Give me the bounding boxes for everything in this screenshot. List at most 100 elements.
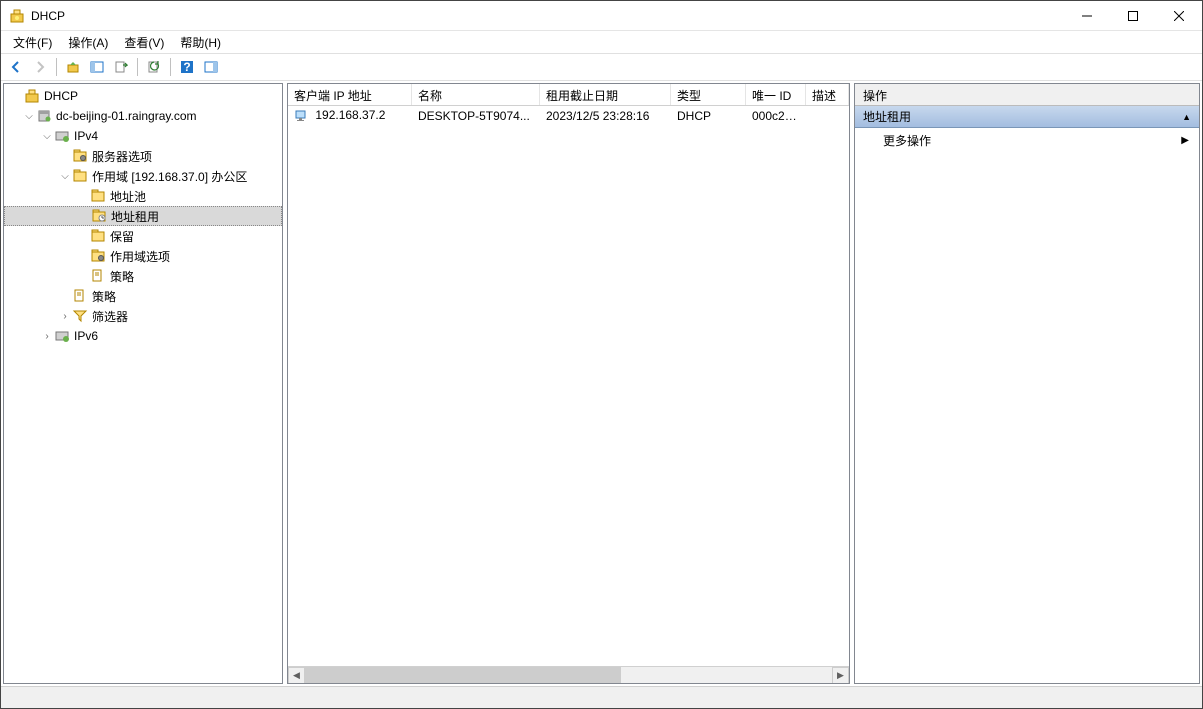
back-button[interactable] <box>5 56 27 78</box>
tree-label: 地址租用 <box>111 208 159 225</box>
scroll-track[interactable] <box>305 667 832 684</box>
close-button[interactable] <box>1156 1 1202 30</box>
address-pool-icon <box>90 188 106 204</box>
policies-icon <box>72 288 88 304</box>
refresh-button[interactable] <box>143 56 165 78</box>
tree-pane: DHCP ⌵ dc-beijing-01.raingray.com ⌵ IPv4… <box>3 83 283 684</box>
help-button[interactable]: ? <box>176 56 198 78</box>
chevron-right-icon: ▶ <box>1181 135 1189 146</box>
list-body[interactable]: 192.168.37.2 DESKTOP-5T9074... 2023/12/5… <box>288 106 849 666</box>
policies-icon <box>90 268 106 284</box>
column-lease-expiry[interactable]: 租用截止日期 <box>540 84 671 105</box>
tree-label: 作用域选项 <box>110 248 170 265</box>
leases-icon <box>91 208 107 224</box>
cell-name: DESKTOP-5T9074... <box>412 107 540 125</box>
tree-scope[interactable]: ⌵ 作用域 [192.168.37.0] 办公区 <box>4 166 282 186</box>
tree-label: 作用域 [192.168.37.0] 办公区 <box>92 168 247 185</box>
tree-label: 策略 <box>110 268 134 285</box>
tree-label: 保留 <box>110 228 134 245</box>
menu-help[interactable]: 帮助(H) <box>172 32 229 53</box>
lease-item-icon <box>294 108 310 124</box>
twisty-expanded-icon[interactable]: ⌵ <box>22 109 36 123</box>
twisty-collapsed-icon[interactable]: › <box>40 329 54 343</box>
toolbar: ? <box>1 53 1202 81</box>
list-pane: 客户端 IP 地址 名称 租用截止日期 类型 唯一 ID 描述 192.168.… <box>287 83 850 684</box>
tree-server-options[interactable]: 服务器选项 <box>4 146 282 166</box>
reservations-icon <box>90 228 106 244</box>
tree-label: 服务器选项 <box>92 148 152 165</box>
main-area: DHCP ⌵ dc-beijing-01.raingray.com ⌵ IPv4… <box>1 81 1202 686</box>
tree[interactable]: DHCP ⌵ dc-beijing-01.raingray.com ⌵ IPv4… <box>4 84 282 683</box>
server-options-icon <box>72 148 88 164</box>
tree-ipv6[interactable]: › IPv6 <box>4 326 282 346</box>
maximize-button[interactable] <box>1110 1 1156 30</box>
horizontal-scrollbar[interactable]: ◀ ▶ <box>288 666 849 683</box>
tree-label: dc-beijing-01.raingray.com <box>56 109 197 123</box>
tree-label: IPv4 <box>74 129 98 143</box>
tree-server[interactable]: ⌵ dc-beijing-01.raingray.com <box>4 106 282 126</box>
column-client-ip[interactable]: 客户端 IP 地址 <box>288 84 412 105</box>
app-icon <box>9 8 25 24</box>
toolbar-separator <box>170 58 171 76</box>
tree-reservations[interactable]: 保留 <box>4 226 282 246</box>
scroll-right-button[interactable]: ▶ <box>832 667 849 684</box>
collapse-icon[interactable]: ▲ <box>1182 112 1191 122</box>
list-row[interactable]: 192.168.37.2 DESKTOP-5T9074... 2023/12/5… <box>288 106 849 126</box>
twisty-expanded-icon[interactable]: ⌵ <box>58 169 72 183</box>
menu-file[interactable]: 文件(F) <box>5 32 60 53</box>
up-button[interactable] <box>62 56 84 78</box>
toolbar-separator <box>137 58 138 76</box>
show-hide-tree-button[interactable] <box>86 56 108 78</box>
window-title: DHCP <box>31 9 1064 23</box>
tree-address-pool[interactable]: 地址池 <box>4 186 282 206</box>
action-more[interactable]: 更多操作 ▶ <box>855 128 1199 152</box>
svg-text:?: ? <box>183 60 190 74</box>
list-header: 客户端 IP 地址 名称 租用截止日期 类型 唯一 ID 描述 <box>288 84 849 106</box>
column-type[interactable]: 类型 <box>671 84 746 105</box>
ipv4-icon <box>54 128 70 144</box>
actions-pane-title: 操作 <box>855 84 1199 106</box>
forward-button[interactable] <box>29 56 51 78</box>
tree-label: IPv6 <box>74 329 98 343</box>
menubar: 文件(F) 操作(A) 查看(V) 帮助(H) <box>1 31 1202 53</box>
column-name[interactable]: 名称 <box>412 84 540 105</box>
cell-uid: 000c29... <box>746 107 806 125</box>
tree-filters[interactable]: › 筛选器 <box>4 306 282 326</box>
menu-view[interactable]: 查看(V) <box>116 32 172 53</box>
actions-pane: 操作 地址租用 ▲ 更多操作 ▶ <box>854 83 1200 684</box>
action-label: 更多操作 <box>883 132 931 149</box>
filters-icon <box>72 308 88 324</box>
tree-ipv4[interactable]: ⌵ IPv4 <box>4 126 282 146</box>
statusbar <box>1 686 1202 708</box>
cell-type: DHCP <box>671 107 746 125</box>
folder-icon <box>72 168 88 184</box>
menu-action[interactable]: 操作(A) <box>60 32 116 53</box>
cell-text: 192.168.37.2 <box>315 108 385 122</box>
twisty-collapsed-icon[interactable]: › <box>58 309 72 323</box>
server-icon <box>36 108 52 124</box>
tree-policies[interactable]: 策略 <box>4 286 282 306</box>
export-list-button[interactable] <box>110 56 132 78</box>
ipv6-icon <box>54 328 70 344</box>
tree-label: 地址池 <box>110 188 146 205</box>
minimize-button[interactable] <box>1064 1 1110 30</box>
tree-scope-options[interactable]: 作用域选项 <box>4 246 282 266</box>
column-description[interactable]: 描述 <box>806 84 849 105</box>
toolbar-separator <box>56 58 57 76</box>
tree-label: 筛选器 <box>92 308 128 325</box>
tree-address-leases[interactable]: 地址租用 <box>4 206 282 226</box>
titlebar: DHCP <box>1 1 1202 31</box>
column-unique-id[interactable]: 唯一 ID <box>746 84 806 105</box>
tree-root-dhcp[interactable]: DHCP <box>4 86 282 106</box>
scroll-left-button[interactable]: ◀ <box>288 667 305 684</box>
scroll-thumb[interactable] <box>305 667 621 684</box>
show-hide-actions-button[interactable] <box>200 56 222 78</box>
twisty-expanded-icon[interactable]: ⌵ <box>40 129 54 143</box>
cell-desc <box>806 114 849 118</box>
cell-ip: 192.168.37.2 <box>288 106 412 126</box>
tree-scope-policies[interactable]: 策略 <box>4 266 282 286</box>
cell-expiry: 2023/12/5 23:28:16 <box>540 107 671 125</box>
tree-label: DHCP <box>44 89 78 103</box>
actions-group-header[interactable]: 地址租用 ▲ <box>855 106 1199 128</box>
tree-label: 策略 <box>92 288 116 305</box>
